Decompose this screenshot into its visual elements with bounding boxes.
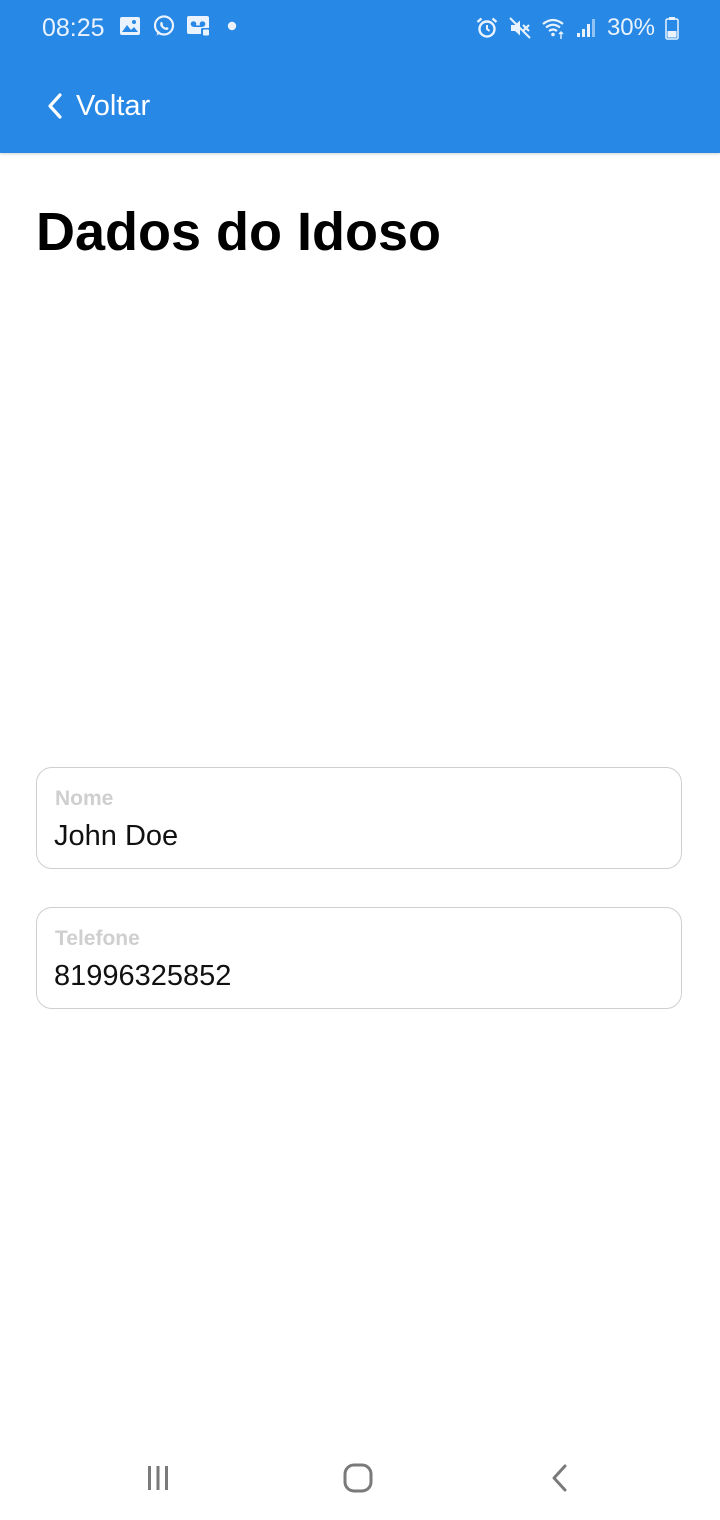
whatsapp-icon bbox=[152, 14, 176, 38]
battery-icon bbox=[664, 16, 680, 40]
back-label: Voltar bbox=[76, 90, 151, 122]
system-back-button[interactable] bbox=[536, 1456, 584, 1504]
chevron-left-icon bbox=[44, 91, 66, 121]
phone-field[interactable]: Telefone bbox=[36, 907, 682, 1009]
app-header: 08:25 30% Voltar bbox=[0, 0, 720, 153]
recents-icon bbox=[143, 1463, 173, 1498]
home-icon bbox=[341, 1461, 375, 1500]
page-title: Dados do Idoso bbox=[36, 202, 441, 262]
alarm-icon bbox=[475, 16, 499, 40]
phone-input[interactable] bbox=[54, 958, 654, 994]
dot-icon bbox=[220, 14, 244, 38]
back-button[interactable]: Voltar bbox=[44, 84, 150, 128]
voicemail-icon bbox=[186, 14, 211, 38]
system-status-icons: 30% bbox=[475, 13, 680, 43]
name-field[interactable]: Nome bbox=[36, 767, 682, 869]
home-button[interactable] bbox=[334, 1456, 382, 1504]
notification-icons bbox=[118, 14, 244, 38]
wifi-icon bbox=[541, 16, 565, 40]
name-field-label: Nome bbox=[55, 787, 114, 810]
status-time: 08:25 bbox=[42, 14, 105, 42]
name-input[interactable] bbox=[54, 818, 654, 854]
gallery-icon bbox=[118, 14, 142, 38]
battery-percent: 30% bbox=[606, 14, 655, 41]
mute-icon bbox=[508, 16, 532, 40]
system-nav-bar bbox=[0, 1440, 720, 1520]
status-bar: 08:25 30% bbox=[0, 0, 720, 56]
recents-button[interactable] bbox=[134, 1456, 182, 1504]
signal-icon bbox=[574, 16, 598, 40]
back-icon bbox=[545, 1463, 575, 1498]
phone-field-label: Telefone bbox=[55, 927, 140, 950]
